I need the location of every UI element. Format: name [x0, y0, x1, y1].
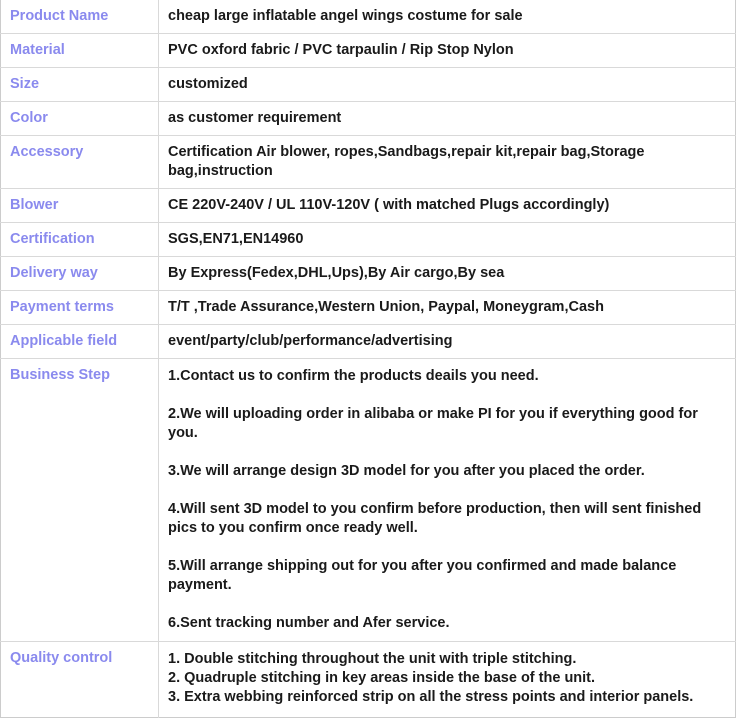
row-value-color: as customer requirement [158, 101, 736, 136]
business-step-item: 6.Sent tracking number and Afer service. [168, 615, 450, 631]
row-label-payment-terms: Payment terms [0, 290, 159, 325]
row-label-material: Material [0, 33, 159, 68]
table-row: Material PVC oxford fabric / PVC tarpaul… [0, 33, 736, 68]
row-value-accessory: Certification Air blower, ropes,Sandbags… [158, 135, 736, 189]
table-row: Color as customer requirement [0, 101, 736, 136]
table-row-quality-control: Quality control 1. Double stitching thro… [0, 641, 736, 718]
row-value-applicable-field: event/party/club/performance/advertising [158, 324, 736, 359]
row-value-delivery-way: By Express(Fedex,DHL,Ups),By Air cargo,B… [158, 256, 736, 291]
row-value-material: PVC oxford fabric / PVC tarpaulin / Rip … [158, 33, 736, 68]
table-row: Product Name cheap large inflatable ange… [0, 0, 736, 34]
row-label-certification: Certification [0, 222, 159, 257]
spec-table-body: Product Name cheap large inflatable ange… [0, 0, 736, 718]
row-value-payment-terms: T/T ,Trade Assurance,Western Union, Payp… [158, 290, 736, 325]
table-row: Certification SGS,EN71,EN14960 [0, 222, 736, 257]
row-label-color: Color [0, 101, 159, 136]
row-label-accessory: Accessory [0, 135, 159, 189]
table-row: Applicable field event/party/club/perfor… [0, 324, 736, 359]
quality-control-item: 1. Double stitching throughout the unit … [168, 651, 577, 667]
product-spec-table: Product Name cheap large inflatable ange… [0, 0, 736, 718]
row-label-blower: Blower [0, 188, 159, 223]
row-value-size: customized [158, 67, 736, 102]
row-value-quality-control: 1. Double stitching throughout the unit … [159, 642, 736, 718]
row-label-applicable-field: Applicable field [0, 324, 159, 359]
quality-control-item: 3. Extra webbing reinforced strip on all… [168, 689, 694, 705]
row-value-business-step: 1.Contact us to confirm the products dea… [158, 358, 736, 642]
business-step-item: 1.Contact us to confirm the products dea… [168, 368, 539, 384]
row-value-blower: CE 220V-240V / UL 110V-120V ( with match… [158, 188, 736, 223]
row-value-certification: SGS,EN71,EN14960 [158, 222, 736, 257]
row-value-product-name: cheap large inflatable angel wings costu… [158, 0, 736, 34]
table-row: Payment terms T/T ,Trade Assurance,Weste… [0, 290, 736, 325]
table-row: Size customized [0, 67, 736, 102]
table-row: Delivery way By Express(Fedex,DHL,Ups),B… [0, 256, 736, 291]
row-label-size: Size [0, 67, 159, 102]
row-label-quality-control: Quality control [0, 641, 159, 718]
quality-control-item: 2. Quadruple stitching in key areas insi… [168, 670, 596, 686]
business-step-item: 4.Will sent 3D model to you confirm befo… [168, 501, 702, 536]
business-step-item: 3.We will arrange design 3D model for yo… [168, 463, 645, 479]
business-step-item: 5.Will arrange shipping out for you afte… [168, 558, 677, 593]
row-label-product-name: Product Name [0, 0, 159, 34]
row-label-business-step: Business Step [0, 358, 159, 642]
table-row: Accessory Certification Air blower, rope… [0, 135, 736, 189]
table-row: Blower CE 220V-240V / UL 110V-120V ( wit… [0, 188, 736, 223]
row-label-delivery-way: Delivery way [0, 256, 159, 291]
table-row-business-step: Business Step 1.Contact us to confirm th… [0, 358, 736, 642]
business-step-item: 2.We will uploading order in alibaba or … [168, 406, 698, 441]
